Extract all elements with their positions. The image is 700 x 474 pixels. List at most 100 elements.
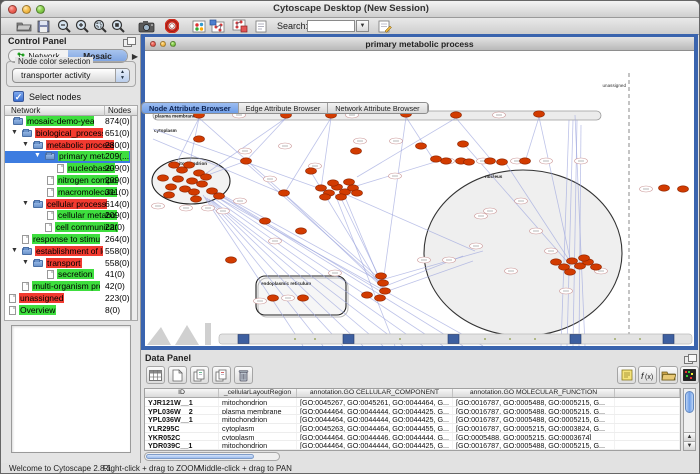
network-node-selected[interactable]: [431, 156, 442, 162]
network-node-selected[interactable]: [166, 184, 177, 190]
tree-column-network[interactable]: Network: [11, 106, 40, 115]
control-panel-float-icon[interactable]: [123, 37, 134, 46]
attribute-browser-tab[interactable]: Node Attribute Browser: [142, 103, 239, 113]
network-node-selected[interactable]: [158, 175, 169, 181]
copy-attribute-icon[interactable]: [190, 366, 209, 384]
network-node-selected[interactable]: [320, 194, 331, 200]
table-column-header[interactable]: ID: [145, 389, 219, 397]
network-overlay-2-icon[interactable]: [231, 19, 249, 33]
network-node-selected[interactable]: [458, 141, 469, 147]
network-node-selected[interactable]: [306, 168, 317, 174]
delete-attribute-icon[interactable]: [234, 366, 253, 384]
tree-row[interactable]: cellular metabo209(0): [5, 210, 130, 222]
network-node-selected[interactable]: [591, 264, 602, 270]
network-canvas[interactable]: plasma membrane cytoplasm mitochondrion …: [145, 51, 694, 346]
attribute-browser-tab[interactable]: Edge Attribute Browser: [239, 103, 329, 113]
scroll-down-icon[interactable]: ▼: [684, 441, 695, 450]
table-row[interactable]: YPL036W__2plasma membrane[GO:0044464, GO…: [145, 407, 680, 416]
network-node-selected[interactable]: [376, 273, 387, 279]
tree-row-label[interactable]: cellular process: [46, 199, 107, 209]
network-node-selected[interactable]: [184, 162, 195, 168]
attribute-browser-tab[interactable]: Network Attribute Browser: [328, 103, 427, 113]
tree-row[interactable]: nitrogen compo209(0): [5, 175, 130, 187]
network-node-selected[interactable]: [678, 186, 689, 192]
network-node-selected[interactable]: [485, 158, 496, 164]
network-node-selected[interactable]: [197, 181, 208, 187]
table-column-header[interactable]: annotation.GO MOLECULAR_FUNCTION: [453, 389, 615, 397]
network-node-selected[interactable]: [226, 257, 237, 263]
search-dropdown-button[interactable]: ▼: [356, 20, 369, 32]
network-node-selected[interactable]: [416, 143, 427, 149]
tree-row[interactable]: response to stimulu264(0): [5, 234, 130, 246]
network-node-selected[interactable]: [344, 179, 355, 185]
network-node-selected[interactable]: [298, 295, 309, 301]
network-node-selected[interactable]: [464, 159, 475, 165]
table-row[interactable]: YJR121W__1mitochondrion[GO:0045267, GO:0…: [145, 398, 680, 407]
tree-row[interactable]: Overview8(0): [5, 305, 130, 317]
network-node-selected[interactable]: [187, 178, 198, 184]
network-node-selected[interactable]: [579, 255, 590, 261]
table-column-header[interactable]: _cellularLayoutRegion: [219, 389, 297, 397]
network-node-selected[interactable]: [659, 185, 670, 191]
notes-icon[interactable]: [617, 366, 636, 384]
network-node-selected[interactable]: [534, 111, 545, 117]
snapshot-camera-icon[interactable]: [137, 19, 155, 33]
network-node-selected[interactable]: [551, 259, 562, 265]
network-node-selected[interactable]: [191, 196, 202, 202]
tree-row[interactable]: ▼establishment of lo558(0): [5, 246, 130, 258]
save-session-icon[interactable]: [34, 19, 52, 33]
tree-row-label[interactable]: unassigned: [19, 293, 64, 303]
network-node-selected[interactable]: [214, 193, 225, 199]
annotate-page-icon[interactable]: [376, 19, 394, 33]
node-color-dropdown[interactable]: transporter activity ▲▼: [12, 68, 130, 83]
network-node-selected[interactable]: [189, 189, 200, 195]
formula-builder-icon[interactable]: f(x): [638, 366, 657, 384]
select-nodes-checkbox[interactable]: ✓: [13, 91, 24, 102]
matrix-view-icon[interactable]: [680, 366, 699, 384]
network-node-selected[interactable]: [194, 136, 205, 142]
network-node-selected[interactable]: [378, 280, 389, 286]
network-node-selected[interactable]: [328, 180, 339, 186]
open-file-icon[interactable]: [15, 19, 33, 33]
tree-row[interactable]: ▼biological_process651(0): [5, 128, 130, 140]
tree-row[interactable]: mosaic-demo-yeast874(0): [5, 116, 130, 128]
network-node-selected[interactable]: [451, 112, 462, 118]
network-node-selected[interactable]: [351, 148, 362, 154]
table-row[interactable]: YKR052Ccytoplasm[GO:0044464, GO:0044446,…: [145, 433, 680, 442]
table-row[interactable]: YPL036W__1mitochondrion[GO:0044464, GO:0…: [145, 415, 680, 424]
annotation-icon[interactable]: [252, 19, 270, 33]
network-node-selected[interactable]: [497, 159, 508, 165]
network-node-selected[interactable]: [375, 295, 386, 301]
tree-row-label[interactable]: secretion: [57, 269, 94, 279]
table-column-header[interactable]: annotation.GO CELLULAR_COMPONENT: [297, 389, 453, 397]
network-node-selected[interactable]: [565, 269, 576, 275]
scrollbar-thumb[interactable]: [685, 391, 694, 413]
tree-row-label[interactable]: metabolic process: [46, 140, 114, 150]
tree-column-nodes[interactable]: Nodes: [104, 106, 131, 116]
tab-overflow-arrow-icon[interactable]: ▶: [132, 52, 138, 61]
tree-row-label[interactable]: Overview: [19, 305, 56, 315]
network-node-selected[interactable]: [260, 218, 271, 224]
hscrollbar-thumb[interactable]: [146, 454, 254, 459]
network-node-selected[interactable]: [380, 288, 391, 294]
new-attribute-icon[interactable]: [168, 366, 187, 384]
network-node-selected[interactable]: [241, 158, 252, 164]
help-lifesaver-icon[interactable]: [163, 19, 181, 33]
network-node-selected[interactable]: [441, 158, 452, 164]
expander-icon[interactable]: ▼: [22, 141, 29, 148]
network-node-selected[interactable]: [173, 176, 184, 182]
network-node-selected[interactable]: [362, 292, 373, 298]
tree-row[interactable]: macromolecule311(0): [5, 187, 130, 199]
vizmapper-icon[interactable]: [190, 19, 208, 33]
table-row[interactable]: YDR039C__1mitochondrion[GO:0044464, GO:0…: [145, 441, 680, 450]
table-row[interactable]: YLR295Ccytoplasm[GO:0045263, GO:0044464,…: [145, 424, 680, 433]
tree-row-label[interactable]: multi-organism pro: [32, 281, 100, 291]
scroll-up-icon[interactable]: ▲: [684, 432, 695, 441]
network-node-selected[interactable]: [316, 185, 327, 191]
tree-row[interactable]: ▼metabolic process280(0): [5, 140, 130, 152]
tree-row-label[interactable]: mosaic-demo-yeast: [26, 116, 94, 126]
network-node-selected[interactable]: [169, 162, 180, 168]
table-horizontal-scrollbar[interactable]: [144, 452, 280, 461]
zoom-selected-icon[interactable]: [91, 19, 109, 33]
data-panel-float-icon[interactable]: [684, 354, 695, 363]
